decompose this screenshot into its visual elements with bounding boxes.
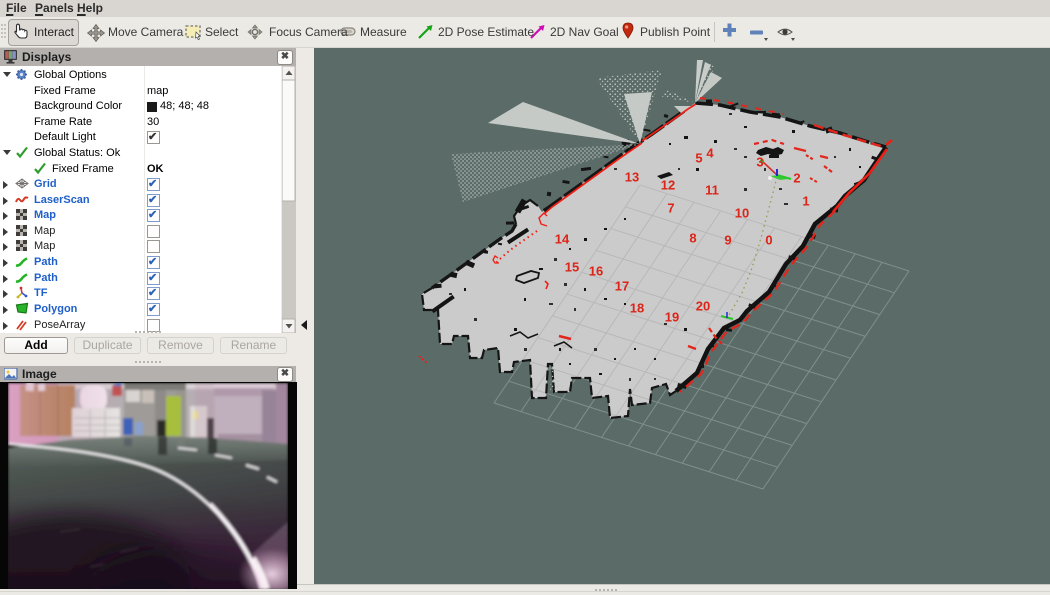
svg-text:13: 13 xyxy=(625,170,639,185)
svg-text:12: 12 xyxy=(661,178,675,193)
svg-text:20: 20 xyxy=(696,299,710,314)
svg-text:8: 8 xyxy=(689,231,696,246)
svg-text:11: 11 xyxy=(705,183,719,198)
svg-text:17: 17 xyxy=(615,279,629,294)
svg-text:10: 10 xyxy=(735,206,749,221)
svg-text:18: 18 xyxy=(630,301,644,316)
svg-text:7: 7 xyxy=(667,201,674,216)
svg-text:14: 14 xyxy=(555,232,570,247)
svg-text:1: 1 xyxy=(802,194,809,209)
svg-text:3: 3 xyxy=(756,155,763,170)
svg-text:5: 5 xyxy=(695,151,702,166)
svg-text:16: 16 xyxy=(589,264,603,279)
svg-text:0: 0 xyxy=(765,233,772,248)
svg-text:2: 2 xyxy=(793,171,800,186)
svg-text:15: 15 xyxy=(565,260,579,275)
svg-text:4: 4 xyxy=(706,146,714,161)
svg-text:9: 9 xyxy=(724,233,731,248)
svg-text:19: 19 xyxy=(665,310,679,325)
